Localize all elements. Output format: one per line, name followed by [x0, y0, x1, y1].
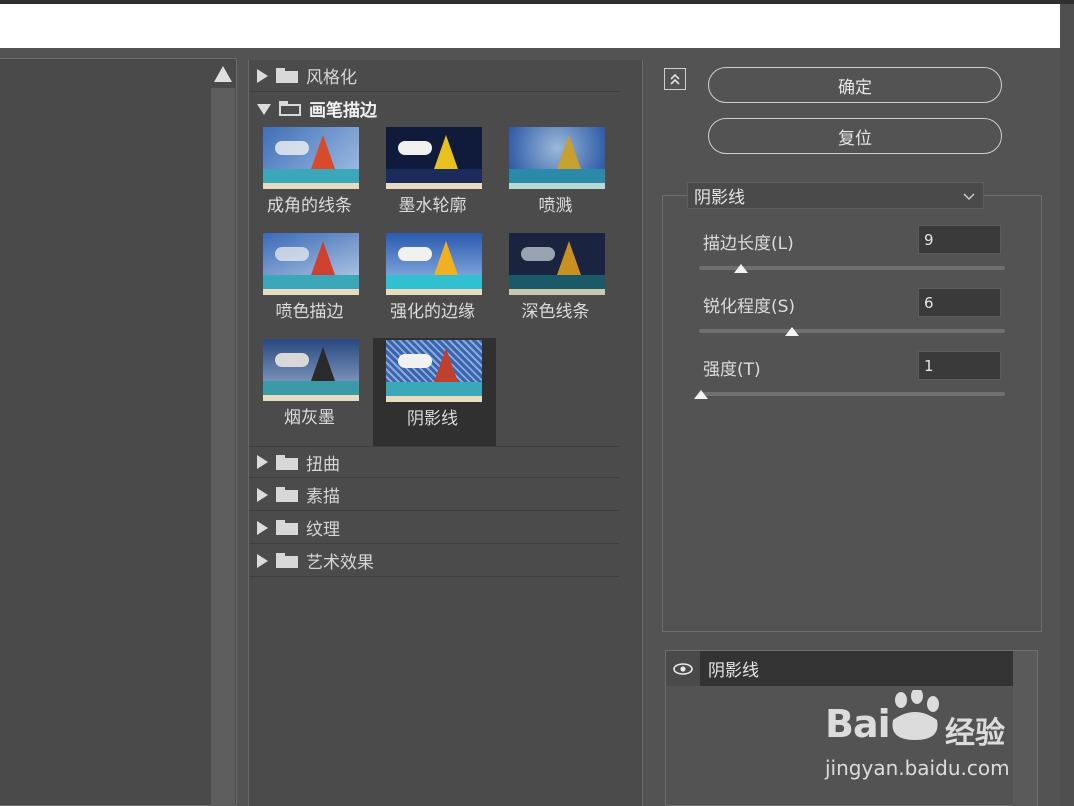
filter-select-value: 阴影线	[694, 188, 745, 208]
strength-label: 强度(T)	[703, 360, 761, 380]
top-bar	[0, 4, 1060, 48]
category-row-artistic[interactable]: 艺术效果	[249, 545, 619, 577]
thumbnail-image	[263, 233, 359, 295]
stroke-length-slider-thumb[interactable]	[734, 264, 748, 273]
filter-select[interactable]: 阴影线	[687, 182, 984, 209]
thumbnail-image	[509, 233, 605, 295]
sharpness-slider[interactable]	[699, 329, 1005, 333]
sharpness-label: 锐化程度(S)	[703, 297, 796, 317]
category-label: 素描	[306, 487, 340, 507]
watermark-brand: Bai	[825, 702, 891, 746]
category-row-brush-strokes[interactable]: 画笔描边	[249, 92, 619, 124]
expand-triangle-icon[interactable]	[257, 68, 268, 83]
sharpness-slider-thumb[interactable]	[785, 327, 799, 336]
watermark-url: jingyan.baidu.com	[825, 756, 1010, 780]
category-label: 扭曲	[306, 454, 340, 475]
expand-triangle-icon[interactable]	[257, 553, 268, 568]
thumbnail-sprayed-strokes[interactable]: 喷色描边	[258, 231, 378, 334]
strength-input[interactable]: 1	[918, 351, 1001, 380]
thumbnail-image	[263, 339, 359, 401]
expand-triangle-icon[interactable]	[257, 487, 268, 502]
category-row-texture[interactable]: 纹理	[249, 512, 619, 544]
thumbnail-dark-strokes[interactable]: 深色线条	[504, 231, 624, 334]
filter-settings-group	[662, 195, 1042, 632]
category-label: 风格化	[306, 68, 357, 88]
folder-icon	[276, 487, 298, 502]
thumbnail-label: 阴影线	[407, 409, 458, 429]
thumbnail-label: 喷色描边	[275, 302, 344, 322]
thumbnail-label: 喷溅	[538, 196, 573, 216]
category-label: 画笔描边	[309, 100, 377, 121]
thumbnail-image	[386, 233, 482, 295]
category-label: 艺术效果	[306, 553, 374, 573]
preview-scrollbar[interactable]	[211, 88, 235, 806]
thumbnail-label: 烟灰墨	[284, 408, 335, 428]
effect-layer-name: 阴影线	[708, 661, 759, 681]
category-label: 纹理	[306, 520, 340, 540]
thumbnail-ink-outlines[interactable]: 墨水轮廓	[381, 125, 501, 228]
folder-icon	[276, 520, 298, 535]
right-edge-strip	[1060, 4, 1074, 806]
watermark-brand-cn: 经验	[945, 716, 1005, 751]
triangle-up-icon[interactable]	[211, 62, 235, 86]
thumbnail-label: 深色线条	[521, 302, 590, 322]
reset-button[interactable]: 复位	[708, 118, 1002, 154]
thumbnail-label: 强化的边缘	[390, 302, 475, 322]
thumbnail-crosshatch[interactable]: 阴影线	[373, 338, 496, 446]
category-row-stylize[interactable]: 风格化	[249, 60, 619, 92]
folder-icon	[276, 553, 298, 568]
chevron-down-icon	[963, 186, 975, 206]
collapse-triangle-icon[interactable]	[257, 103, 271, 115]
category-row-sketch[interactable]: 素描	[249, 479, 619, 511]
folder-icon	[276, 68, 298, 83]
thumbnail-image	[263, 127, 359, 189]
category-row-distort[interactable]: 扭曲	[249, 446, 619, 478]
thumbnail-label: 成角的线条	[267, 196, 352, 216]
effect-layer-row[interactable]: 阴影线	[666, 651, 1013, 686]
strength-slider-thumb[interactable]	[694, 390, 708, 399]
thumbnail-image	[509, 127, 605, 189]
thumbnail-image	[386, 340, 482, 402]
strength-slider[interactable]	[699, 392, 1005, 396]
thumbnail-label: 墨水轮廓	[398, 196, 467, 216]
baidu-jingyan-watermark: Bai 经验 jingyan.baidu.com	[825, 690, 1025, 785]
thumbnail-angled-strokes[interactable]: 成角的线条	[258, 125, 378, 228]
double-chevron-up-icon[interactable]	[664, 68, 686, 90]
expand-triangle-icon[interactable]	[257, 455, 268, 469]
thumbnail-accented-edges[interactable]: 强化的边缘	[381, 231, 501, 334]
paw-logo-icon	[892, 690, 939, 740]
stroke-length-label: 描边长度(L)	[703, 234, 794, 254]
folder-icon	[276, 454, 298, 470]
ok-button[interactable]: 确定	[708, 67, 1002, 103]
sharpness-input[interactable]: 6	[918, 288, 1001, 317]
thumbnail-image	[386, 127, 482, 189]
expand-triangle-icon[interactable]	[257, 520, 268, 535]
thumbnail-spatter[interactable]: 喷溅	[504, 125, 624, 228]
thumbnail-sumi-e[interactable]: 烟灰墨	[258, 337, 378, 440]
eye-icon[interactable]	[666, 651, 700, 686]
folder-open-icon	[279, 100, 301, 116]
stroke-length-input[interactable]: 9	[918, 225, 1001, 254]
preview-area[interactable]	[0, 58, 237, 806]
